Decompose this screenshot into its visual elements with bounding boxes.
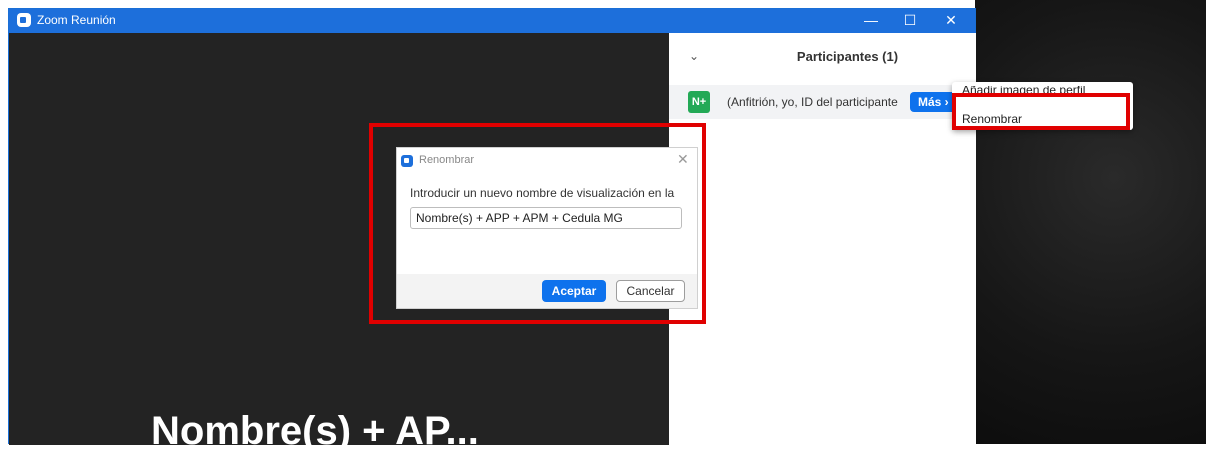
minimize-button[interactable]: — — [851, 9, 891, 33]
title-bar: Zoom Reunión — ☐ ✕ — [9, 9, 975, 33]
desktop-background — [975, 0, 1206, 444]
highlight-box — [369, 123, 706, 324]
close-window-button[interactable]: ✕ — [931, 9, 971, 33]
participant-row[interactable]: N+ (Anfitrión, yo, ID del participante M… — [669, 85, 976, 119]
highlight-box — [952, 93, 1130, 130]
avatar: N+ — [688, 91, 710, 113]
participants-panel: ⌄ Participantes (1) N+ (Anfitrión, yo, I… — [669, 33, 976, 445]
zoom-app-icon — [17, 13, 31, 27]
maximize-button[interactable]: ☐ — [890, 9, 930, 33]
window-title: Zoom Reunión — [37, 13, 116, 27]
participants-title: Participantes (1) — [796, 49, 899, 64]
participant-label: (Anfitrión, yo, ID del participante — [727, 95, 898, 109]
participant-video-name: Nombre(s) + AP... — [151, 409, 479, 453]
